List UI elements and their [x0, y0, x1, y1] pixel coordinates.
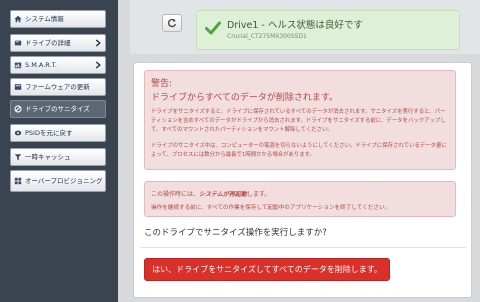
home-icon — [14, 15, 22, 23]
sidebar-item-label: PSIDを元に戻す — [25, 128, 73, 137]
chevron-right-icon — [95, 61, 101, 69]
sidebar-item-smart[interactable]: S.M.A.R.T. — [10, 56, 106, 74]
sidebar-item-system-info[interactable]: システム情報 — [10, 10, 106, 28]
sidebar-item-label: S.M.A.R.T. — [25, 60, 57, 69]
confirm-sanitize-button[interactable]: はい、ドライブをサニタイズしてすべてのデータを削除します。 — [144, 258, 390, 281]
drive-health-title: Drive1 - ヘルス状態は良好です — [227, 20, 363, 31]
warning-heading: 警告: — [151, 79, 173, 89]
restart-notice-line-1: この操作時には、システムが再起動します。 — [151, 189, 270, 198]
warning-body-paragraph-2: ドライブのサニタイズ中は、コンピューターの電源を切らないようにしてください。ドラ… — [151, 143, 447, 158]
restart-notice-line-2: 操作を継続する前に、すべての作業を保存して起動中のアプリケーションを終了してくだ… — [151, 205, 391, 211]
warning-subheading: ドライブからすべてのデータが削除されます。 — [151, 93, 338, 103]
restart-notice: この操作時には、システムが再起動します。 操作を継続する前に、すべての作業を保存… — [144, 181, 456, 217]
psid-icon — [14, 130, 22, 136]
sidebar-item-firmware-update[interactable]: ファームウェアの更新 — [10, 78, 106, 96]
sidebar-item-label: 一時キャッシュ — [25, 152, 71, 161]
sidebar-item-temp-cache[interactable]: 一時キャッシュ — [10, 148, 106, 166]
confirm-question: このドライブでサニタイズ操作を実行しますか? — [144, 228, 327, 238]
sidebar-item-label: ドライブの詳細 — [25, 38, 71, 47]
sidebar-item-drive-sanitize[interactable]: ドライブのサニタイズ — [10, 100, 106, 118]
sidebar-item-over-provisioning[interactable]: オーバープロビジョニング — [10, 170, 106, 192]
drive-model: Crucial_CT275MX300SSD1 — [227, 33, 307, 40]
grid-icon — [14, 177, 22, 185]
sidebar-item-label: オーバープロビジョニング — [25, 176, 103, 185]
warning-body-paragraph-1: ドライブをサニタイズすると、ドライブに保存されているすべてのデータが消去されます… — [151, 109, 446, 133]
restart-notice-suffix: します。 — [246, 191, 271, 198]
drive-health-status: Drive1 - ヘルス状態は良好です Crucial_CT275MX300SS… — [196, 10, 460, 50]
warning-alert: 警告: ドライブからすべてのデータが削除されます。 ドライブをサニタイズすると、… — [144, 70, 456, 170]
sanitize-icon — [14, 105, 22, 113]
refresh-button[interactable] — [162, 14, 182, 32]
chart-icon — [14, 62, 22, 69]
drive-icon — [14, 40, 22, 46]
filter-icon — [14, 154, 22, 161]
restart-notice-prefix: この操作時には、 — [151, 191, 200, 198]
chevron-right-icon — [95, 39, 101, 47]
divider — [140, 247, 466, 248]
sidebar: システム情報 ドライブの詳細 S.M.A.R.T. ファームウェアの更新 ドライ… — [0, 0, 118, 302]
refresh-icon — [168, 18, 177, 28]
sidebar-item-label: システム情報 — [25, 14, 64, 23]
firmware-icon — [14, 84, 22, 90]
sidebar-item-drive-details[interactable]: ドライブの詳細 — [10, 34, 106, 52]
sidebar-item-label: ファームウェアの更新 — [25, 82, 90, 91]
sidebar-item-psid-revert[interactable]: PSIDを元に戻す — [10, 124, 106, 142]
sidebar-item-label: ドライブのサニタイズ — [25, 104, 90, 113]
restart-notice-emphasis: システムが再起動 — [199, 191, 247, 198]
checkmark-icon — [205, 21, 221, 35]
